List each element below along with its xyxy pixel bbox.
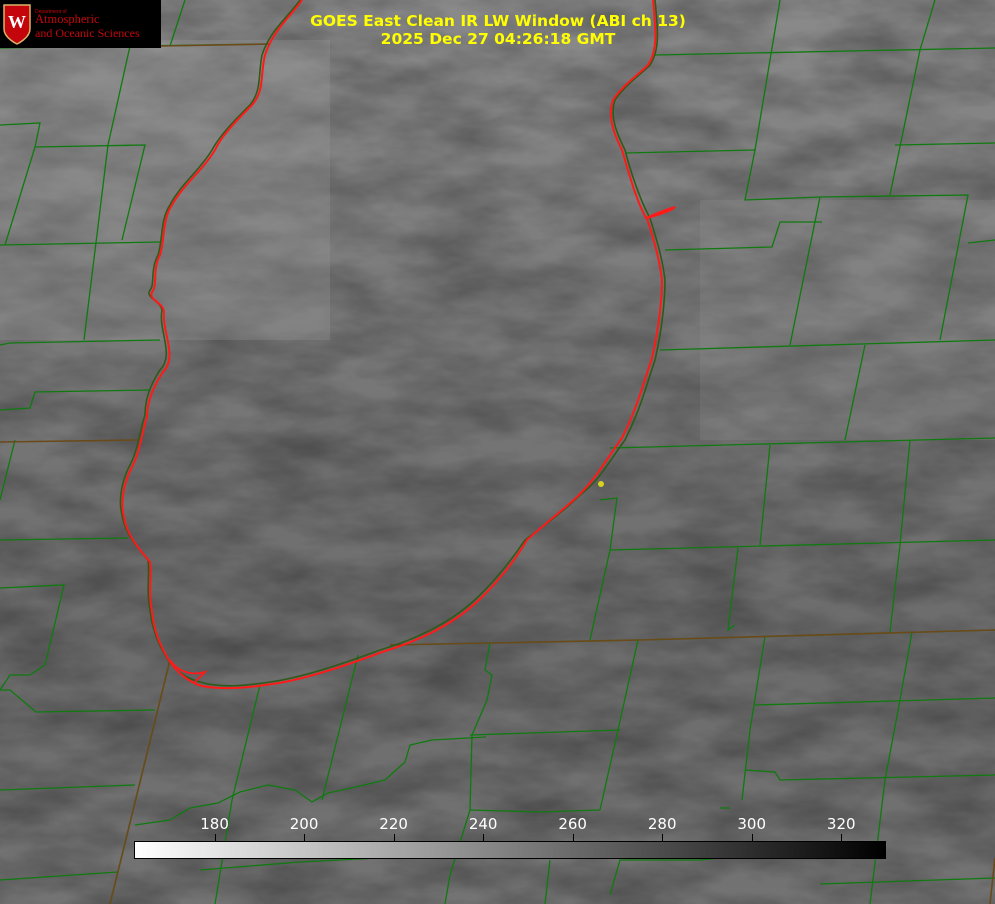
logo-line-2: and Oceanic Sciences — [35, 26, 140, 40]
image-timestamp: 2025 Dec 27 04:26:18 GMT — [380, 30, 616, 48]
cloud-band-right — [700, 200, 995, 440]
colorbar — [134, 841, 886, 859]
uw-seal-icon: W — [3, 4, 31, 45]
satellite-image: W Department of Atmospheric and Oceanic … — [0, 0, 995, 904]
station-marker — [598, 481, 604, 487]
ir-map — [0, 0, 995, 904]
logo-line-1: Atmospheric — [35, 12, 100, 26]
uw-aos-logo: W Department of Atmospheric and Oceanic … — [0, 0, 161, 48]
seal-letter: W — [8, 12, 26, 32]
cloud-band-left — [0, 40, 330, 340]
image-title: GOES East Clean IR LW Window (ABI ch 13) — [310, 12, 686, 30]
